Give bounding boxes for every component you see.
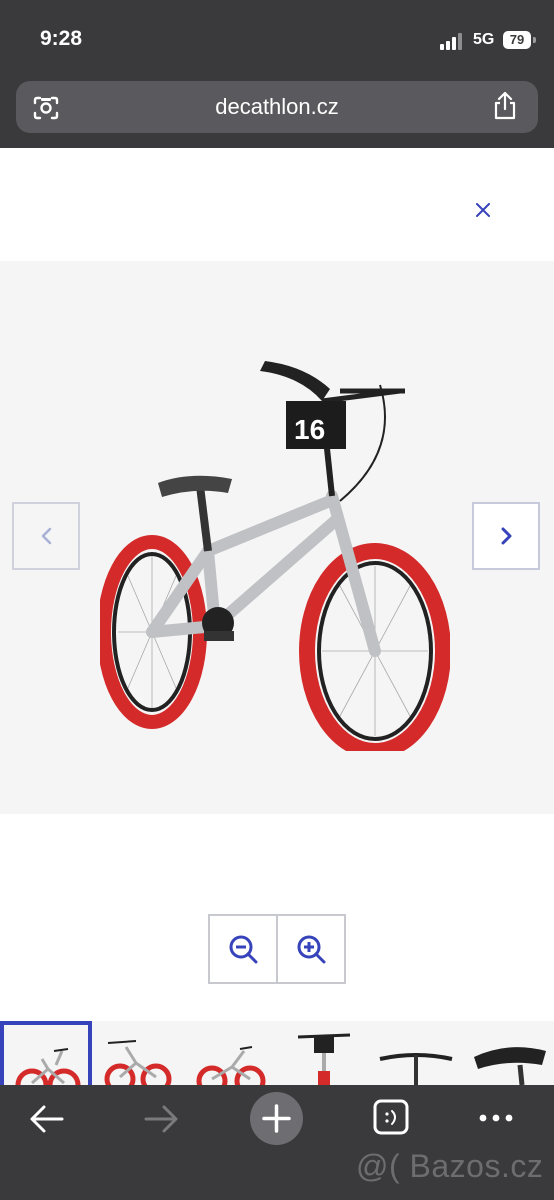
plus-icon	[262, 1104, 291, 1133]
thumbnail-1[interactable]	[0, 1021, 92, 1085]
thumbnail-5[interactable]	[372, 1021, 460, 1085]
thumbnail-3[interactable]	[188, 1021, 276, 1085]
tab-switcher-icon[interactable]	[373, 1099, 409, 1135]
address-bar[interactable]: decathlon.cz	[16, 81, 538, 133]
thumbnail-strip	[0, 1021, 554, 1085]
battery-indicator: 79	[503, 31, 531, 49]
battery-tip	[533, 37, 536, 43]
zoom-out-button[interactable]	[210, 916, 278, 982]
thumbnail-6[interactable]	[464, 1021, 552, 1085]
close-icon	[476, 203, 490, 217]
thumbnail-bike-left-icon	[196, 1046, 266, 1085]
thumbnail-bike-side-icon	[15, 1048, 81, 1085]
network-type: 5G	[473, 31, 495, 48]
product-image-viewer[interactable]: 16	[0, 261, 554, 814]
thumbnail-seat-icon	[474, 1047, 546, 1085]
forward-arrow-icon[interactable]	[142, 1103, 180, 1135]
watermark: @( Bazos.cz	[356, 1148, 544, 1184]
back-arrow-icon[interactable]	[28, 1103, 66, 1135]
chevron-left-icon	[41, 527, 52, 545]
zoom-controls	[208, 914, 346, 984]
svg-text:16: 16	[294, 414, 325, 445]
thumbnail-2[interactable]	[96, 1021, 184, 1085]
browser-toolbar: @( Bazos.cz	[0, 1085, 554, 1200]
chevron-right-icon	[501, 527, 512, 545]
next-image-button[interactable]	[472, 502, 540, 570]
product-image-bmx-bike: 16	[100, 361, 450, 751]
zoom-in-icon	[297, 935, 326, 964]
share-icon[interactable]	[492, 91, 518, 121]
more-options-icon[interactable]	[478, 1113, 514, 1123]
thumbnail-handlebar-icon	[379, 1053, 453, 1085]
zoom-in-button[interactable]	[278, 916, 344, 982]
close-gallery-button[interactable]	[468, 195, 498, 225]
status-time: 9:28	[40, 27, 83, 50]
browser-chrome-top: 9:28 5G 79 decathlon.cz	[0, 0, 554, 148]
cellular-signal-icon	[440, 33, 462, 50]
thumbnail-4[interactable]	[280, 1021, 368, 1085]
thumbnail-bike-front-icon	[297, 1033, 351, 1085]
new-tab-button[interactable]	[250, 1092, 303, 1145]
url-text[interactable]: decathlon.cz	[16, 94, 538, 120]
previous-image-button[interactable]	[12, 502, 80, 570]
thumbnail-bike-rear-icon	[104, 1040, 172, 1085]
zoom-out-icon	[229, 935, 258, 964]
